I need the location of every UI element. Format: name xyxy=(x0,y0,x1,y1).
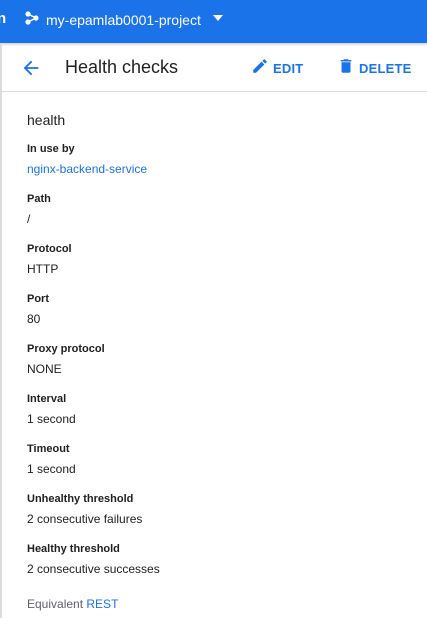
edit-button[interactable]: EDIT xyxy=(251,58,303,78)
field-label: Protocol xyxy=(27,243,72,255)
pencil-icon xyxy=(251,57,269,80)
field-label: Port xyxy=(27,293,49,305)
left-nav-edge xyxy=(0,43,2,618)
delete-button[interactable]: DELETE xyxy=(337,58,411,78)
field-value: HTTP xyxy=(27,262,59,276)
field-value: NONE xyxy=(27,362,62,376)
project-picker[interactable]: my-epamlab0001-project xyxy=(24,8,225,32)
field-path: Path / xyxy=(27,192,51,227)
edit-label: EDIT xyxy=(273,60,304,76)
page-header: Health checks EDIT DELETE xyxy=(2,43,427,92)
field-port: Port 80 xyxy=(27,292,49,327)
chevron-down-icon xyxy=(201,11,225,30)
delete-label: DELETE xyxy=(359,60,412,76)
field-interval: Interval 1 second xyxy=(27,392,76,427)
app-title-fragment: n xyxy=(0,10,7,27)
field-label: Timeout xyxy=(27,443,70,455)
field-label: Proxy protocol xyxy=(27,343,105,355)
field-value: 2 consecutive failures xyxy=(27,512,143,526)
rest-link[interactable]: REST xyxy=(86,597,118,611)
project-hierarchy-icon xyxy=(24,10,46,31)
field-proxy-protocol: Proxy protocol NONE xyxy=(27,342,105,377)
page-title: Health checks xyxy=(65,57,179,77)
field-protocol: Protocol HTTP xyxy=(27,242,72,277)
field-label: Path xyxy=(27,193,51,205)
equivalent-rest: Equivalent REST xyxy=(27,597,118,611)
field-value: 2 consecutive successes xyxy=(27,562,160,576)
health-check-name: health xyxy=(27,112,66,128)
back-button[interactable] xyxy=(20,57,42,79)
field-label: Healthy threshold xyxy=(27,543,120,555)
field-in-use-by: In use by nginx-backend-service xyxy=(27,142,147,177)
field-healthy-threshold: Healthy threshold 2 consecutive successe… xyxy=(27,542,160,577)
field-unhealthy-threshold: Unhealthy threshold 2 consecutive failur… xyxy=(27,492,142,527)
field-value: / xyxy=(27,212,31,226)
arrow-back-icon xyxy=(20,60,42,83)
health-check-details: health In use by nginx-backend-service P… xyxy=(27,112,407,611)
field-label: Unhealthy threshold xyxy=(27,493,134,505)
equivalent-label: Equivalent xyxy=(27,597,84,611)
trash-icon xyxy=(337,57,355,80)
project-name: my-epamlab0001-project xyxy=(46,12,201,28)
field-timeout: Timeout 1 second xyxy=(27,442,76,477)
top-app-bar: n my-epamlab0001-project xyxy=(0,0,427,43)
field-label: In use by xyxy=(27,143,75,155)
field-value: 80 xyxy=(27,312,41,326)
backend-service-link[interactable]: nginx-backend-service xyxy=(27,161,147,177)
field-value: 1 second xyxy=(27,412,76,426)
field-label: Interval xyxy=(27,393,67,405)
field-value: 1 second xyxy=(27,462,76,476)
